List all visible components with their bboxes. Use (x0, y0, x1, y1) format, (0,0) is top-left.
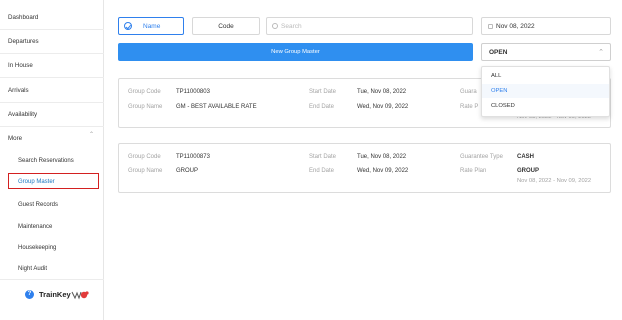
date-value: Nov 08, 2022 (496, 23, 535, 30)
rate-dates: Nov 08, 2022 - Nov 09, 2022 (517, 178, 592, 184)
group-name-value: GM - BEST AVAILABLE RATE (176, 104, 257, 110)
sidebar-subitem-search-reservations[interactable]: Search Reservations (18, 158, 74, 164)
sidebar-subitem-maintenance[interactable]: Maintenance (18, 224, 52, 230)
trainkey-logo-icon (71, 291, 89, 300)
status-option-open[interactable]: OPEN (482, 84, 609, 98)
status-selected-value: OPEN (489, 49, 508, 56)
divider (0, 53, 104, 54)
status-dropdown-menu: ALL OPEN CLOSED (481, 66, 610, 117)
end-date-label: End Date (309, 168, 335, 174)
group-name-label: Group Name (128, 168, 163, 174)
sidebar-item-in-house[interactable]: In House (8, 62, 33, 69)
rate-plan-value: GROUP (517, 168, 540, 174)
guarantee-type-label: Guara (460, 89, 477, 95)
chevron-up-icon: ⌃ (598, 49, 604, 56)
sidebar-subitem-guest-records[interactable]: Guest Records (18, 202, 58, 208)
group-name-value: GROUP (176, 168, 199, 174)
search-by-name-label: Name (143, 23, 161, 30)
brand-name: TrainKey (39, 290, 71, 299)
group-code-label: Group Code (128, 89, 161, 95)
check-circle-icon (124, 22, 132, 30)
sidebar: Dashboard Departures In House Arrivals A… (0, 0, 104, 320)
divider (0, 126, 104, 127)
sidebar-subitem-group-master[interactable]: Group Master (18, 179, 55, 185)
search-by-code-toggle[interactable]: Code (192, 17, 260, 35)
help-icon[interactable]: ? (25, 290, 34, 299)
start-date-value: Tue, Nov 08, 2022 (357, 89, 407, 95)
guarantee-type-value: CASH (517, 154, 535, 160)
divider (0, 29, 104, 30)
guarantee-type-label: Guarantee Type (460, 154, 503, 160)
chevron-up-icon[interactable]: ⌃ (89, 132, 94, 138)
search-icon (272, 23, 278, 29)
end-date-value: Wed, Nov 09, 2022 (357, 168, 409, 174)
divider (0, 102, 104, 103)
sidebar-subitem-housekeeping[interactable]: Housekeeping (18, 245, 56, 251)
start-date-label: Start Date (309, 89, 337, 95)
search-input[interactable] (281, 21, 461, 32)
end-date-label: End Date (309, 104, 335, 110)
sidebar-item-arrivals[interactable]: Arrivals (8, 87, 29, 94)
status-option-closed[interactable]: CLOSED (482, 99, 609, 113)
sidebar-item-departures[interactable]: Departures (8, 38, 39, 45)
group-code-value: TP11000873 (176, 154, 210, 160)
sidebar-item-more[interactable]: More (8, 135, 22, 142)
calendar-icon (488, 24, 493, 29)
search-field[interactable] (266, 17, 473, 35)
rate-plan-label: Rate Plan (460, 168, 487, 174)
sidebar-item-availability[interactable]: Availability (8, 111, 37, 118)
rate-plan-label: Rate P (460, 104, 479, 110)
sidebar-item-dashboard[interactable]: Dashboard (8, 14, 38, 21)
group-code-label: Group Code (128, 154, 161, 160)
search-by-name-toggle[interactable]: Name (118, 17, 184, 35)
start-date-value: Tue, Nov 08, 2022 (357, 154, 407, 160)
start-date-label: Start Date (309, 154, 337, 160)
brand: ? TrainKey (15, 287, 93, 303)
new-group-master-button[interactable]: New Group Master (118, 43, 473, 61)
date-picker[interactable]: Nov 08, 2022 (481, 17, 611, 35)
status-select[interactable]: OPEN ⌃ (481, 43, 611, 61)
search-by-code-label: Code (218, 23, 234, 30)
divider (0, 77, 104, 78)
status-option-all[interactable]: ALL (482, 69, 609, 83)
divider (0, 279, 104, 280)
group-name-label: Group Name (128, 104, 163, 110)
group-card[interactable]: Group Code TP11000873 Group Name GROUP S… (118, 143, 611, 193)
sidebar-subitem-night-audit[interactable]: Night Audit (18, 266, 47, 272)
end-date-value: Wed, Nov 09, 2022 (357, 104, 409, 110)
group-code-value: TP11000803 (176, 89, 210, 95)
